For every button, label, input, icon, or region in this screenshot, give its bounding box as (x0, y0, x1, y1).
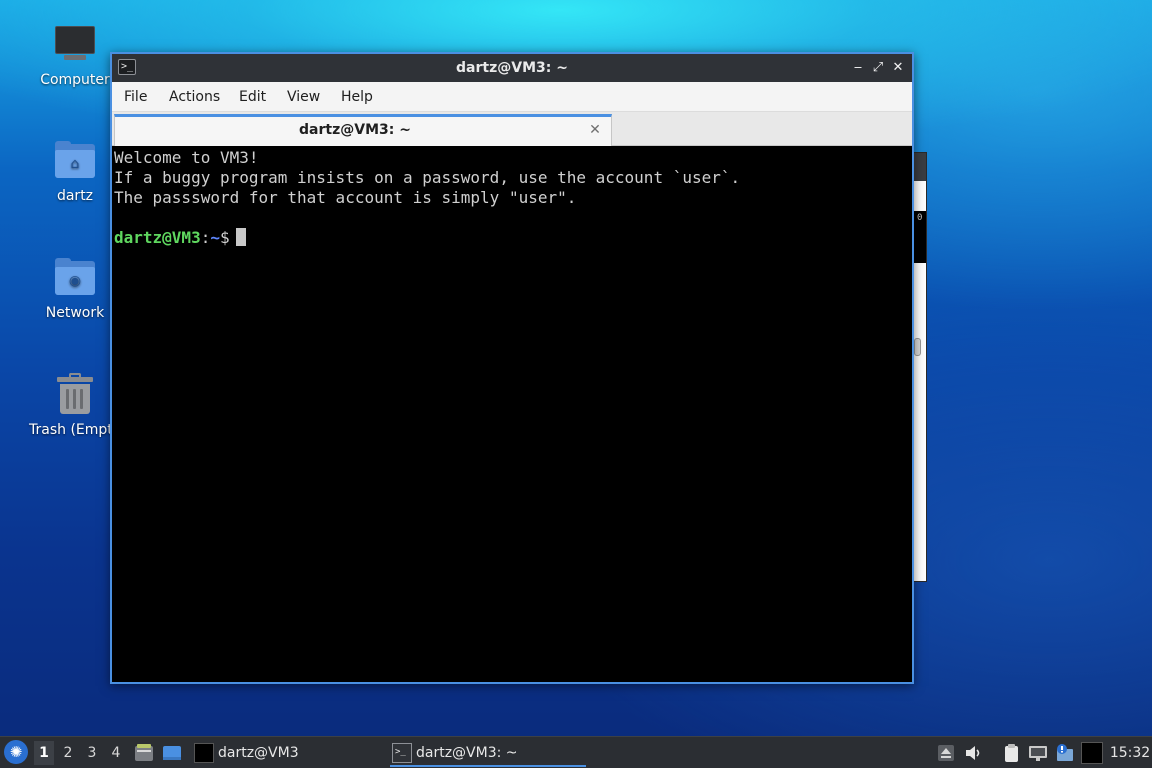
desktop-icon-label: Trash (Empty) (29, 422, 114, 438)
prompt-separator: : (200, 228, 211, 247)
output-line: If a buggy program insists on a password… (114, 168, 741, 187)
home-folder-icon: ⌂ (52, 138, 98, 184)
taskbar: ✺ 1 2 3 4 dartz@VM3 >_ dartz@VM3: ~ 15:3… (0, 736, 1152, 768)
desktop-icon-network[interactable]: ◉ Network (27, 255, 123, 321)
background-window-scrollbar[interactable] (914, 338, 921, 356)
output-line: The passsword for that account is simply… (114, 188, 577, 207)
minimize-button[interactable]: ‒ (848, 58, 868, 78)
prompt-user-host: dartz@VM3 (114, 228, 201, 247)
terminal-output[interactable]: Welcome to VM3! If a buggy program insis… (112, 146, 912, 682)
task-label: dartz@VM3 (218, 745, 299, 761)
workspace-2[interactable]: 2 (58, 741, 78, 765)
desktop-icon-trash[interactable]: Trash (Empty) (18, 372, 114, 438)
menu-view[interactable]: View (285, 82, 322, 112)
tab-close-icon[interactable]: ✕ (587, 121, 603, 139)
network-icon[interactable] (1028, 743, 1048, 763)
show-desktop-icon[interactable] (162, 743, 182, 763)
computer-icon (52, 22, 98, 68)
taskbar-task-terminal[interactable]: dartz@VM3 (192, 739, 382, 767)
workspace-3[interactable]: 3 (82, 741, 102, 765)
terminal-app-icon: >_ (392, 743, 412, 763)
workspace-1[interactable]: 1 (34, 741, 54, 765)
menu-edit[interactable]: Edit (237, 82, 268, 112)
clock[interactable]: 15:32 (1108, 737, 1152, 768)
menu-actions[interactable]: Actions (167, 82, 222, 112)
desktop-icon-label: Network (45, 305, 105, 321)
taskbar-task-terminal-active[interactable]: >_ dartz@VM3: ~ (390, 739, 586, 767)
tab-bar: dartz@VM3: ~ ✕ (112, 112, 912, 146)
desktop-icon-computer[interactable]: Computer (27, 22, 123, 88)
prompt-line: dartz@VM3:~$ (114, 228, 912, 248)
maximize-button[interactable]: ⤢ (868, 58, 888, 78)
terminal-window-thumbnail-icon (194, 743, 214, 763)
window-title: dartz@VM3: ~ (456, 60, 568, 76)
desktop-icon-label: Computer (40, 72, 110, 88)
close-button[interactable]: ✕ (888, 58, 908, 78)
tab-terminal[interactable]: dartz@VM3: ~ ✕ (114, 114, 612, 146)
tab-label: dartz@VM3: ~ (299, 122, 411, 138)
output-line: Welcome to VM3! (114, 148, 259, 167)
window-titlebar[interactable]: dartz@VM3: ~ >_ ‒ ⤢ ✕ (112, 54, 912, 82)
menu-bar: File Actions Edit View Help (112, 82, 912, 112)
background-window-terminal-fragment: 0 (913, 211, 926, 263)
trash-icon (52, 372, 98, 418)
clipboard-icon[interactable] (1001, 743, 1021, 763)
start-menu-icon[interactable]: ✺ (4, 740, 28, 764)
desktop-icon-home-folder[interactable]: ⌂ dartz (27, 138, 123, 204)
network-folder-icon: ◉ (52, 255, 98, 301)
text-cursor (235, 228, 246, 246)
eject-icon[interactable] (936, 743, 956, 763)
workspace-4[interactable]: 4 (106, 741, 126, 765)
desktop-icon-label: dartz (56, 188, 94, 204)
prompt-path: ~ (210, 228, 220, 247)
updates-icon[interactable] (1055, 743, 1075, 763)
terminal-tray-icon[interactable] (1081, 742, 1103, 764)
prompt-symbol: $ (219, 228, 230, 247)
terminal-window[interactable]: dartz@VM3: ~ >_ ‒ ⤢ ✕ File Actions Edit … (110, 52, 914, 684)
file-manager-icon[interactable] (134, 743, 154, 763)
volume-icon[interactable] (963, 743, 983, 763)
menu-help[interactable]: Help (339, 82, 375, 112)
menu-file[interactable]: File (122, 82, 149, 112)
task-label: dartz@VM3: ~ (416, 745, 518, 761)
terminal-app-icon: >_ (118, 59, 136, 75)
